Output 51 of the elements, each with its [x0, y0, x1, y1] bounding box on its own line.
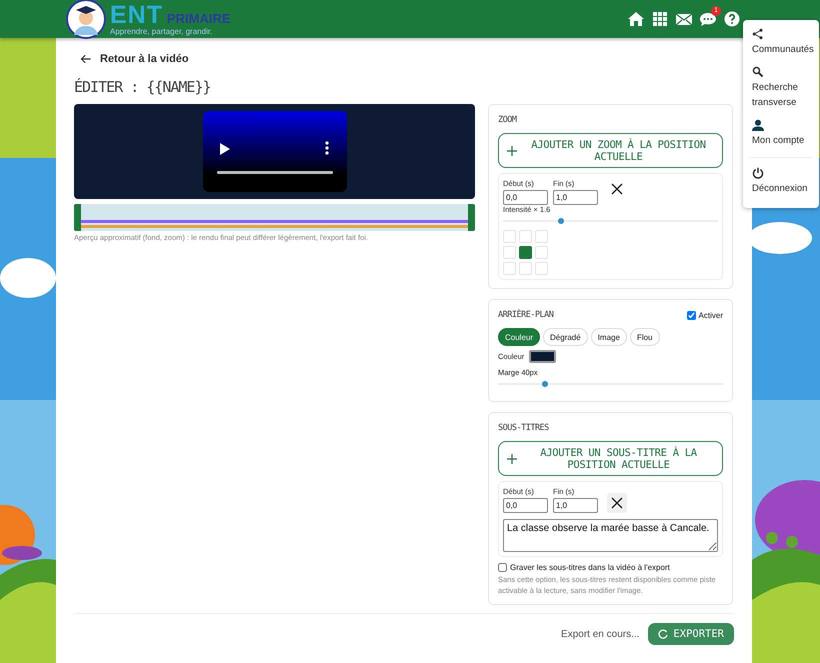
close-icon: [611, 183, 623, 195]
home-icon[interactable]: [628, 11, 644, 27]
timeline[interactable]: [74, 204, 475, 231]
start-field[interactable]: 0,0: [503, 190, 548, 205]
anchor-cell[interactable]: [519, 246, 532, 259]
color-swatch[interactable]: [529, 350, 556, 363]
slider-thumb[interactable]: [542, 380, 548, 386]
checkbox-label: Activer: [698, 310, 723, 320]
search-icon: [752, 66, 764, 78]
slider-thumb[interactable]: [558, 218, 564, 224]
user-icon: [752, 119, 764, 131]
checkbox[interactable]: [686, 310, 696, 320]
end-field[interactable]: 1,0: [553, 190, 598, 205]
export-status: Export en cours...: [561, 628, 640, 640]
logo-tagline: Apprendre, partager, grandir.: [110, 28, 214, 36]
menu-item[interactable]: Recherche transverse: [752, 66, 810, 110]
close-icon: [611, 497, 623, 509]
spinner-icon: [658, 629, 668, 639]
section-title: SOUS-TITRES: [498, 423, 550, 433]
add-button[interactable]: AJOUTER UN ZOOM À LA POSITION ACTUELLE: [498, 133, 723, 168]
back-link[interactable]: Retour à la vidéo: [74, 52, 734, 66]
mode-tab[interactable]: Image: [590, 328, 627, 346]
checkbox[interactable]: [498, 563, 507, 572]
checkbox-label: Graver les sous-titres dans la vidéo à l'export: [510, 563, 670, 572]
back-arrow-icon: [80, 53, 92, 65]
page-title: ÉDITER : {{NAME}}: [74, 78, 212, 96]
start-field[interactable]: 0,0: [503, 498, 548, 513]
subtitle-text-field[interactable]: La classe observe la marée basse à Cancale.: [503, 519, 718, 552]
more-icon: [324, 141, 328, 155]
export-button[interactable]: EXPORTER: [648, 623, 734, 645]
section-title: ARRIÈRE-PLAN: [498, 310, 554, 320]
menu-item[interactable]: Déconnexion: [752, 167, 810, 196]
mode-tab[interactable]: Dégradé: [543, 328, 588, 346]
chat-icon[interactable]: [700, 11, 716, 27]
mode-tab[interactable]: Couleur: [498, 328, 540, 346]
share-icon: [752, 28, 764, 40]
apps-icon[interactable]: [652, 11, 668, 27]
end-field[interactable]: 1,0: [553, 498, 598, 513]
close-button[interactable]: [607, 493, 627, 513]
menu-item[interactable]: Mon compte: [752, 119, 810, 148]
logo-title: ENT: [110, 2, 163, 28]
add-button[interactable]: AJOUTER UN SOUS-TITRE À LA POSITION ACTUELLE: [498, 441, 723, 476]
mail-icon[interactable]: [676, 11, 692, 27]
power-icon: [752, 167, 764, 179]
help-icon[interactable]: [724, 11, 740, 27]
logo-subtitle: PRIMAIRE: [167, 12, 231, 24]
play-icon: [220, 143, 230, 155]
plus-icon: [507, 454, 517, 464]
plus-icon: [507, 146, 517, 156]
mode-tab[interactable]: Flou: [630, 328, 660, 346]
section-title: ZOOM: [498, 115, 518, 125]
